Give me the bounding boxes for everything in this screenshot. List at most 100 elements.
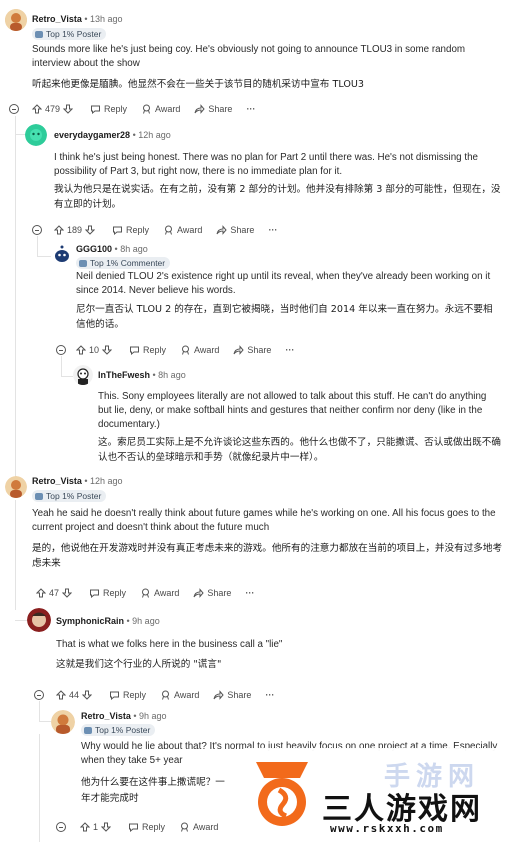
more-options-icon[interactable]: ···: [265, 690, 274, 700]
reply-icon: [130, 346, 140, 355]
award-button[interactable]: Award: [160, 690, 199, 700]
thread-line: [61, 356, 62, 376]
avatar[interactable]: [25, 124, 47, 146]
comment-translation: 听起来他更像是腼腆。他显然不会在一些关于该节目的随机采访中宣布 TLOU3: [32, 79, 364, 90]
downvote-icon[interactable]: [62, 588, 73, 598]
reply-icon: [113, 226, 123, 235]
share-icon: [233, 345, 245, 355]
watermark-logo-icon: [256, 762, 308, 826]
username[interactable]: Retro_Vista • 12h ago: [32, 476, 123, 486]
award-icon: [165, 225, 173, 235]
award-button[interactable]: Award: [141, 104, 180, 114]
upvote-icon[interactable]: [32, 104, 42, 114]
upvote-icon[interactable]: [54, 225, 64, 235]
vote-control: 479: [32, 104, 76, 114]
award-icon: [181, 822, 189, 832]
user-flair-badge: Top 1% Poster: [32, 490, 107, 502]
user-avatar-icon: [27, 608, 51, 632]
timestamp: 9h ago: [132, 616, 160, 626]
award-button[interactable]: Award: [180, 345, 219, 355]
upvote-icon[interactable]: [80, 822, 90, 832]
downvote-icon[interactable]: [85, 225, 96, 235]
comment-body: I think he's just being honest. There wa…: [54, 152, 478, 177]
collapse-thread-button[interactable]: [9, 104, 19, 114]
comment-body: This. Sony employees literally are not a…: [98, 391, 487, 430]
reply-button[interactable]: Reply: [90, 104, 127, 114]
downvote-icon[interactable]: [101, 822, 112, 832]
share-icon: [194, 104, 206, 114]
downvote-icon[interactable]: [82, 690, 93, 700]
vote-control: 1: [80, 822, 114, 832]
comment-body: Neil denied TLOU 2's existence right up …: [76, 271, 491, 296]
user-flair-badge: Top 1% Poster: [32, 28, 107, 40]
vote-count: 47: [49, 588, 60, 598]
username[interactable]: Retro_Vista • 13h ago: [32, 14, 123, 24]
username[interactable]: GGG100 • 8h ago: [76, 244, 148, 254]
share-button[interactable]: Share: [216, 225, 254, 235]
snoo-avatar-icon: [51, 243, 73, 265]
thread-line: [39, 734, 40, 842]
reply-icon: [90, 589, 100, 598]
timestamp: 13h ago: [90, 14, 123, 24]
user-avatar-icon: [5, 476, 27, 498]
avatar[interactable]: [5, 9, 27, 31]
share-button[interactable]: Share: [194, 104, 232, 114]
upvote-icon[interactable]: [56, 690, 66, 700]
watermark-url: www.rskxxh.com: [330, 822, 444, 835]
thread-connector: [15, 620, 27, 621]
vote-control: 189: [54, 225, 98, 235]
comment-actions: 479 Reply Award Share ···: [32, 101, 255, 117]
vote-count: 189: [67, 225, 83, 235]
award-button[interactable]: Award: [163, 225, 202, 235]
upvote-icon[interactable]: [36, 588, 46, 598]
more-options-icon[interactable]: ···: [246, 104, 255, 114]
user-avatar-icon: [5, 9, 27, 31]
reply-button[interactable]: Reply: [109, 690, 146, 700]
share-icon: [216, 225, 228, 235]
reply-button[interactable]: Reply: [89, 588, 126, 598]
upvote-icon[interactable]: [76, 345, 86, 355]
comment-translation: 是的，他说他在开发游戏时并没有真正考虑未来的游戏。他所有的注意力都放在当前的项目…: [32, 543, 503, 569]
snoo-avatar-icon: [25, 124, 47, 146]
award-button[interactable]: Award: [179, 822, 218, 832]
snoo-avatar-icon: [73, 365, 93, 385]
share-button[interactable]: Share: [233, 345, 271, 355]
timestamp: 12h ago: [138, 130, 171, 140]
more-options-icon[interactable]: ···: [268, 225, 277, 235]
avatar[interactable]: [5, 476, 27, 498]
share-button[interactable]: Share: [193, 588, 231, 598]
comment-body: That is what we folks here in the busine…: [56, 639, 283, 650]
vote-count: 44: [69, 690, 80, 700]
avatar[interactable]: [51, 243, 73, 265]
vote-count: 10: [89, 345, 100, 355]
username[interactable]: Retro_Vista • 9h ago: [81, 711, 167, 721]
avatar[interactable]: [73, 365, 93, 385]
comment-translation: 尼尔一直否认 TLOU 2 的存在，直到它被揭晓，当时他们自 2014 年以来一…: [76, 304, 493, 330]
username[interactable]: SymphonicRain • 9h ago: [56, 616, 160, 626]
avatar[interactable]: [51, 710, 75, 734]
reply-icon: [129, 823, 139, 832]
reply-button[interactable]: Reply: [112, 225, 149, 235]
downvote-icon[interactable]: [102, 345, 113, 355]
award-button[interactable]: Award: [140, 588, 179, 598]
username[interactable]: InTheFwesh • 8h ago: [98, 370, 186, 380]
share-button[interactable]: Share: [213, 690, 251, 700]
reply-button[interactable]: Reply: [129, 345, 166, 355]
comment-actions: 1 Reply Award: [56, 819, 232, 835]
thread-connector: [61, 376, 73, 377]
collapse-thread-button[interactable]: [56, 345, 66, 355]
comment-translation: 这。索尼员工实际上是不允许谈论这些东西的。他什么也做不了，只能撒谎、否认或做出既…: [98, 437, 501, 463]
collapse-thread-button[interactable]: [34, 690, 44, 700]
comment-actions: 47 Reply Award Share ···: [36, 585, 254, 601]
thread-line: [15, 500, 16, 610]
more-options-icon[interactable]: ···: [285, 345, 294, 355]
downvote-icon[interactable]: [63, 104, 74, 114]
username[interactable]: everydaygamer28 • 12h ago: [54, 130, 171, 140]
vote-count: 1: [93, 822, 99, 832]
collapse-thread-button[interactable]: [32, 225, 42, 235]
more-options-icon[interactable]: ···: [245, 588, 254, 598]
collapse-thread-button[interactable]: [56, 822, 66, 832]
avatar[interactable]: [27, 608, 51, 632]
reply-button[interactable]: Reply: [128, 822, 165, 832]
comment-actions: 10 Reply Award Share ···: [76, 342, 294, 358]
